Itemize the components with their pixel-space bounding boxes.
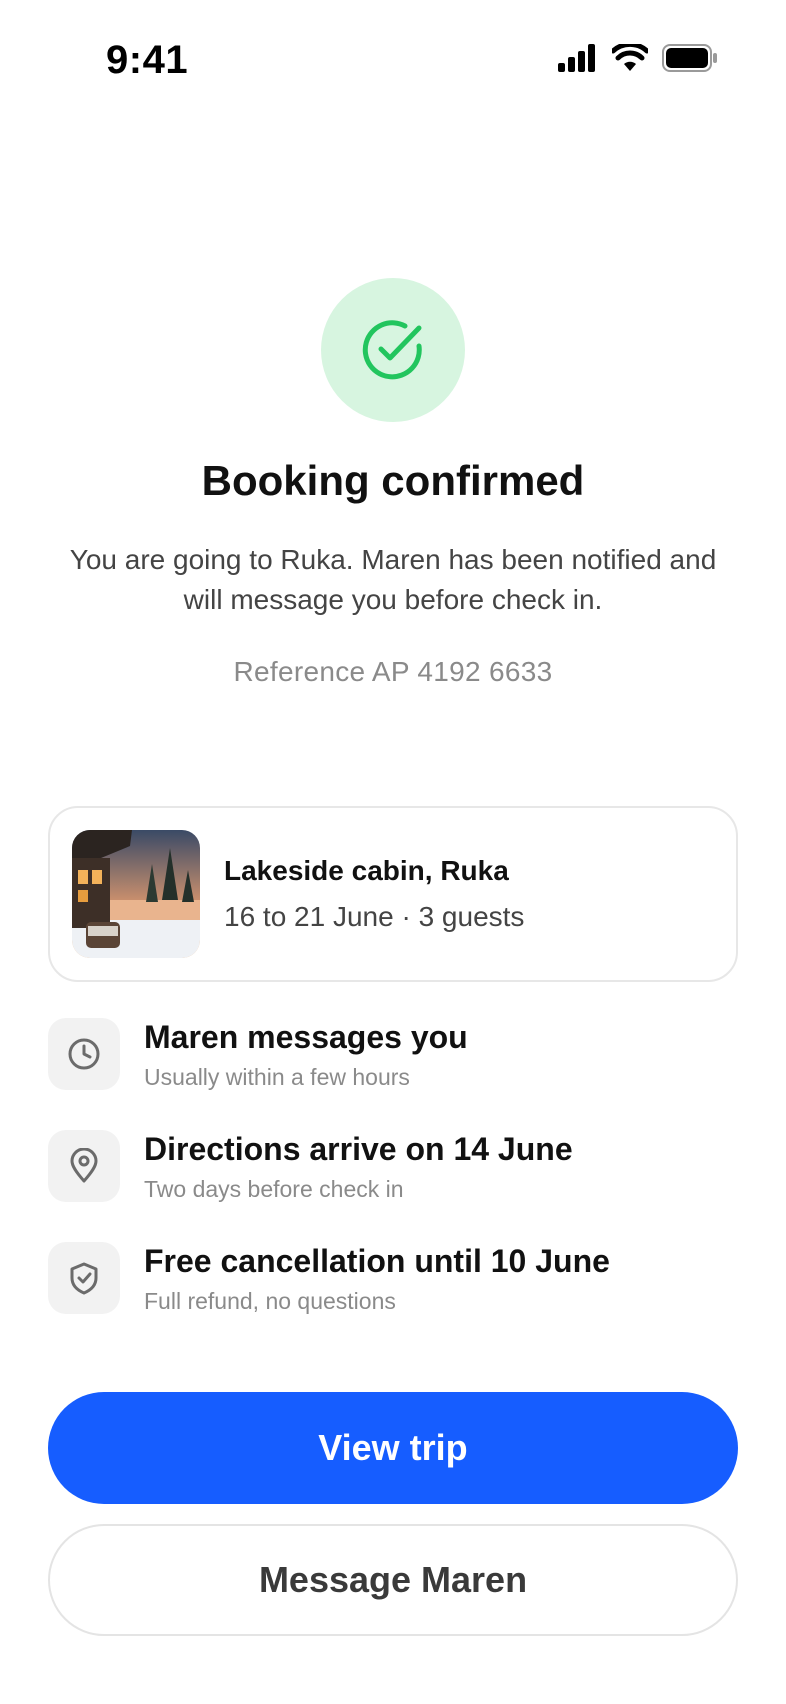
clock-icon (48, 1018, 120, 1090)
list-item: Directions arrive on 14 June Two days be… (48, 1130, 738, 1242)
listing-dates-guests: 16 to 21 June · 3 guests (224, 901, 525, 932)
message-host-button[interactable]: Message Maren (48, 1524, 738, 1636)
wifi-icon (612, 44, 648, 71)
battery-icon (662, 44, 717, 72)
list-item: Free cancellation until 10 June Full ref… (48, 1242, 738, 1354)
success-badge (321, 278, 465, 422)
next-steps-list: Maren messages you Usually within a few … (48, 1018, 738, 1354)
list-item: Maren messages you Usually within a few … (48, 1018, 738, 1130)
step-title: Free cancellation until 10 June (144, 1243, 610, 1279)
listing-photo (72, 830, 200, 958)
booking-reference: Reference AP 4192 6633 (233, 656, 553, 687)
shield-check-icon (48, 1242, 120, 1314)
location-pin-icon (48, 1130, 120, 1202)
step-subtitle: Two days before check in (144, 1176, 404, 1202)
listing-card[interactable]: Lakeside cabin, Ruka 16 to 21 June · 3 g… (48, 806, 738, 982)
status-time: 9:41 (106, 38, 189, 82)
step-subtitle: Full refund, no questions (144, 1288, 396, 1314)
page-title: Booking confirmed (201, 457, 585, 504)
listing-name: Lakeside cabin, Ruka (224, 855, 509, 886)
step-subtitle: Usually within a few hours (144, 1064, 410, 1090)
step-title: Maren messages you (144, 1019, 468, 1055)
view-trip-button[interactable]: View trip (48, 1392, 738, 1504)
confirmation-message: You are going to Ruka. Maren has been no… (69, 544, 717, 615)
status-bar: 9:41 (0, 0, 786, 124)
step-title: Directions arrive on 14 June (144, 1131, 573, 1167)
cellular-signal-icon (558, 44, 595, 72)
listing-info: Lakeside cabin, Ruka 16 to 21 June · 3 g… (224, 855, 524, 933)
check-circle-icon (362, 320, 422, 380)
status-icons (558, 44, 718, 72)
